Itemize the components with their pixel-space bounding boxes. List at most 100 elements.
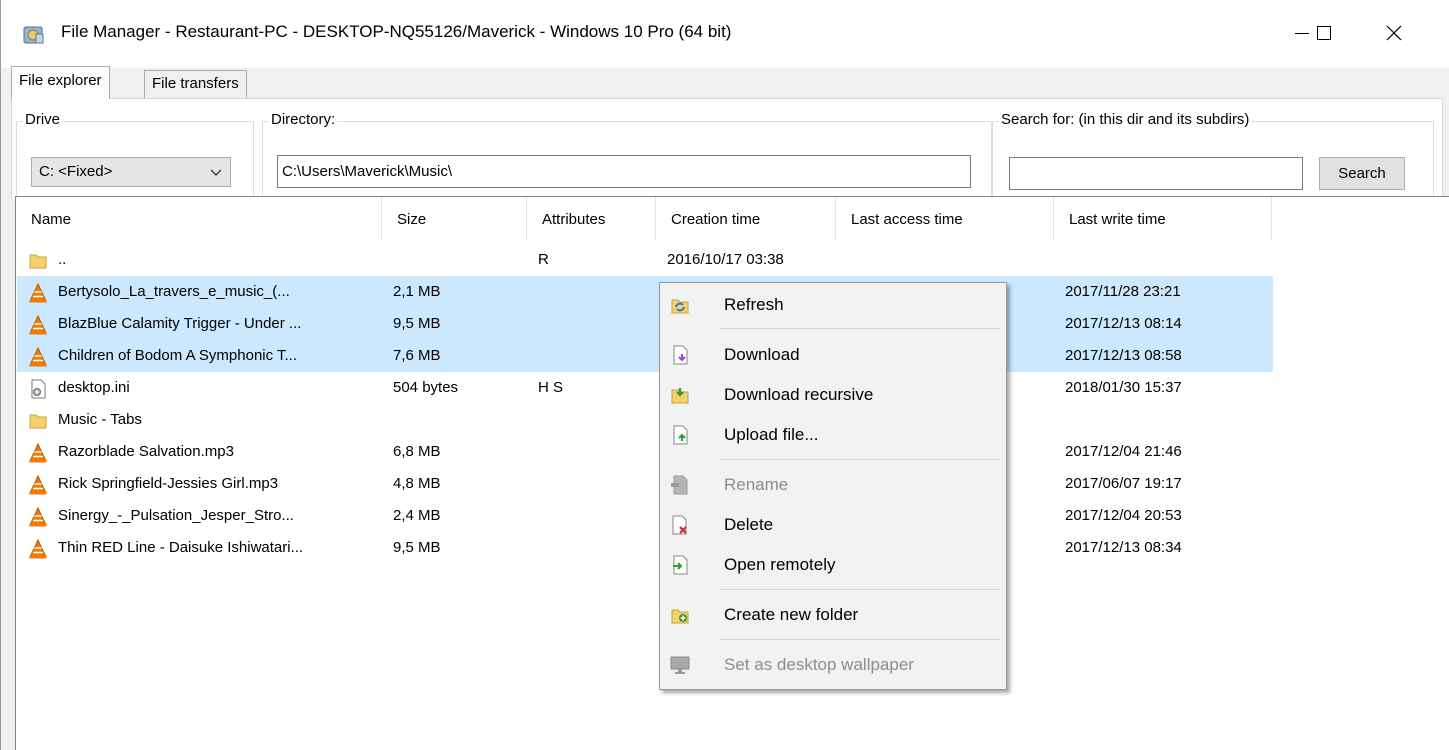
file-size: 2,1 MB (393, 283, 441, 300)
menu-item-delete[interactable]: Delete (662, 507, 1002, 543)
menu-item-label: Delete (724, 515, 774, 534)
file-name: .. (58, 251, 67, 268)
table-row[interactable]: Sinergy_-_Pulsation_Jesper_Stro... 2,4 M… (17, 500, 1273, 532)
file-creation-time: 2016/10/17 03:38 (667, 251, 784, 268)
column-header-last-access-time[interactable]: Last access time (836, 197, 1054, 241)
menu-item-label: Refresh (724, 295, 784, 314)
menu-item-set-as-desktop-wallpaper[interactable]: Set as desktop wallpaper (662, 647, 1002, 683)
file-size: 6,8 MB (393, 443, 441, 460)
tab-file-explorer[interactable]: File explorer (11, 66, 110, 99)
file-name: Rick Springfield-Jessies Girl.mp3 (58, 475, 279, 492)
file-name: Music - Tabs (58, 411, 142, 428)
file-last-write-time: 2017/12/13 08:14 (1065, 315, 1182, 332)
folder-icon (29, 254, 47, 269)
column-header-creation-time[interactable]: Creation time (656, 197, 836, 241)
settings-file-icon (31, 379, 46, 399)
folder-icon (29, 414, 47, 429)
table-row[interactable]: Rick Springfield-Jessies Girl.mp3 4,8 MB… (17, 468, 1273, 500)
menu-item-download[interactable]: Download (662, 337, 1002, 373)
open-remotely-icon (673, 555, 688, 575)
menu-item-label: Download (724, 345, 800, 364)
vlc-icon (29, 507, 47, 527)
upload-icon (673, 425, 688, 445)
column-header-size[interactable]: Size (382, 197, 527, 241)
column-header-last-write-time[interactable]: Last write time (1054, 197, 1272, 241)
menu-item-open-remotely[interactable]: Open remotely (662, 547, 1002, 583)
chevron-down-icon (210, 169, 222, 176)
new-folder-icon (671, 609, 689, 624)
menu-item-label: Rename (724, 475, 789, 494)
table-row[interactable]: BlazBlue Calamity Trigger - Under ... 9,… (17, 308, 1273, 340)
search-group: Search for: (in this dir and its subdirs… (992, 111, 1434, 207)
file-size: 4,8 MB (393, 475, 441, 492)
title-bar[interactable]: File Manager - Restaurant-PC - DESKTOP-N… (1, 0, 1449, 68)
close-button[interactable] (1371, 12, 1417, 54)
file-last-write-time: 2017/12/04 20:53 (1065, 507, 1182, 524)
table-row[interactable]: Thin RED Line - Daisuke Ishiwatari... 9,… (17, 532, 1273, 564)
download-recursive-icon (671, 388, 689, 404)
rename-icon (671, 475, 688, 495)
column-header-name[interactable]: Name (16, 197, 382, 241)
file-name: desktop.ini (58, 379, 130, 396)
table-row[interactable]: Razorblade Salvation.mp3 6,8 MB 2017/12/… (17, 436, 1273, 468)
file-name: Razorblade Salvation.mp3 (58, 443, 234, 460)
file-attributes: R (538, 251, 549, 268)
drive-value: C: <Fixed> (39, 163, 113, 180)
vlc-icon (29, 475, 47, 495)
menu-item-create-new-folder[interactable]: Create new folder (662, 597, 1002, 633)
drive-label: Drive (23, 111, 63, 128)
file-last-write-time: 2017/12/04 21:46 (1065, 443, 1182, 460)
menu-separator (720, 459, 1000, 460)
tab-file-transfers[interactable]: File transfers (144, 70, 247, 98)
file-size: 7,6 MB (393, 347, 441, 364)
menu-item-download-recursive[interactable]: Download recursive (662, 377, 1002, 413)
search-button[interactable]: Search (1319, 157, 1405, 190)
table-row[interactable]: Bertysolo_La_travers_e_music_(... 2,1 MB… (17, 276, 1273, 308)
menu-separator (720, 328, 1000, 329)
drive-group: Drive C: <Fixed> (16, 111, 254, 207)
vlc-icon (29, 315, 47, 335)
file-attributes: H S (538, 379, 564, 396)
vlc-icon (29, 283, 47, 303)
window-title: File Manager - Restaurant-PC - DESKTOP-N… (61, 22, 732, 41)
file-manager-window: File Manager - Restaurant-PC - DESKTOP-N… (0, 0, 1449, 750)
download-icon (673, 345, 688, 365)
directory-input[interactable]: C:\Users\Maverick\Music\ (277, 155, 971, 188)
vlc-icon (29, 443, 47, 463)
file-size: 9,5 MB (393, 539, 441, 556)
menu-item-label: Upload file... (724, 425, 819, 444)
vlc-icon (29, 347, 47, 367)
table-row[interactable]: Children of Bodom A Symphonic T... 7,6 M… (17, 340, 1273, 372)
file-size: 504 bytes (393, 379, 459, 396)
file-name: Children of Bodom A Symphonic T... (58, 347, 298, 364)
file-name: Bertysolo_La_travers_e_music_(... (58, 283, 290, 300)
menu-item-upload-file[interactable]: Upload file... (662, 417, 1002, 453)
maximize-icon (1317, 26, 1331, 40)
file-last-write-time: 2017/06/07 19:17 (1065, 475, 1182, 492)
maximize-button[interactable] (1301, 12, 1347, 54)
app-icon (23, 26, 44, 44)
menu-separator (720, 639, 1000, 640)
context-menu: Refresh Download Download recursive Uplo… (659, 282, 1007, 690)
file-size: 2,4 MB (393, 507, 441, 524)
table-row[interactable]: .. R 2016/10/17 03:38 (17, 244, 1273, 276)
directory-label: Directory: (269, 111, 338, 128)
menu-item-label: Open remotely (724, 555, 836, 574)
file-last-write-time: 2017/12/13 08:34 (1065, 539, 1182, 556)
search-label: Search for: (in this dir and its subdirs… (999, 111, 1252, 128)
table-row[interactable]: Music - Tabs (17, 404, 1273, 436)
menu-item-rename[interactable]: Rename (662, 467, 1002, 503)
file-name: BlazBlue Calamity Trigger - Under ... (58, 315, 302, 332)
menu-item-label: Download recursive (724, 385, 874, 404)
table-row[interactable]: desktop.ini 504 bytes H S 2018/01/30 15:… (17, 372, 1273, 404)
close-icon (1386, 25, 1402, 41)
file-last-write-time: 2018/01/30 15:37 (1065, 379, 1182, 396)
directory-group: Directory: C:\Users\Maverick\Music\ (262, 111, 992, 207)
search-input[interactable] (1009, 157, 1303, 190)
tab-panel: Drive C: <Fixed> Directory: C:\Users\Mav… (11, 98, 1443, 207)
menu-item-label: Set as desktop wallpaper (724, 655, 914, 674)
drive-select[interactable]: C: <Fixed> (31, 157, 231, 187)
menu-item-refresh[interactable]: Refresh (662, 287, 1002, 323)
wallpaper-icon (670, 656, 690, 674)
column-header-attributes[interactable]: Attributes (527, 197, 656, 241)
